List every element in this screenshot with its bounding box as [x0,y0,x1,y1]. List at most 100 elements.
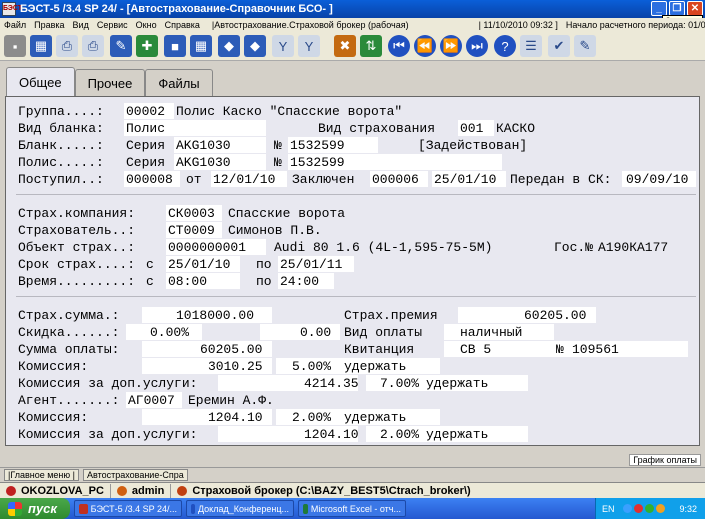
menu-edit[interactable]: Правка [30,20,68,30]
object-label: Объект страх..: [18,240,136,255]
agent-commission-value: 1204.10 [208,410,263,425]
blank-type-label: Вид бланка: [18,121,104,136]
term-label: Срок страх....: [18,257,136,272]
tab-files[interactable]: Файлы [145,69,213,97]
agent-commission-action: удержать [344,410,407,425]
task-excel[interactable]: Microsoft Excel - отч... [298,500,406,517]
filter-options-icon[interactable]: Y [298,35,320,57]
transferred-label: Передан в СК: [510,172,612,187]
help-icon[interactable]: ? [494,35,516,57]
company-label: Страх.компания: [18,206,136,221]
window-tab-reference[interactable]: Автострахование-Спра [82,469,188,481]
company-name: Спасские ворота [228,206,346,221]
policy-series-label: Серия [126,155,166,170]
receipt-number: 109561 [572,342,619,357]
sort-icon[interactable]: ⇅ [360,35,382,57]
add-icon[interactable]: ✚ [136,35,158,57]
update-icon[interactable] [644,504,654,513]
close-button[interactable]: ✕ [687,1,703,16]
find-icon[interactable]: ◆ [218,35,240,57]
divider [16,296,696,297]
group-code: 00002 [126,104,166,119]
best-app-icon [79,503,88,514]
group-label: Группа....: [18,104,104,119]
edit-icon[interactable]: ✎ [110,35,132,57]
policy-number: 1532599 [290,155,345,170]
first-record-icon[interactable]: ⏮ [388,35,410,57]
task-word[interactable]: Доклад_Конференц... [186,500,294,517]
divider [16,194,696,195]
calendar-icon[interactable]: ▦ [30,35,52,57]
menu-file[interactable]: Файл [0,20,30,30]
payment-schedule-button[interactable]: График оплаты [629,454,701,466]
policy-series: AKG1030 [176,155,231,170]
restore-button[interactable]: ❐ [669,1,685,16]
minimize-button[interactable]: _ [651,1,667,16]
concluded-label: Заключен [292,172,355,187]
toolbar: ▪ ▦ ⎙ ⎙ ✎ ✚ ■ ▦ ◆ ◆ Y Y ✖ ⇅ ⏮ ⏪ ⏩ ⏭? ☰ ✔ ✎ [0,31,705,61]
exit-icon[interactable]: ▪ [4,35,26,57]
discount-value: 0.00 [300,325,332,340]
extra-value: 4214.35 [304,376,359,391]
menu-window[interactable]: Окно [132,20,161,30]
tab-other[interactable]: Прочее [74,69,146,97]
form-panel: Группа....: 00002 Полис Каско "Спасские … [5,96,700,446]
agent-label: Агент.......: [18,393,120,408]
last-record-icon[interactable]: ⏭ [466,35,488,57]
status-module: Страховой брокер (C:\BAZY_BEST5\Ctrach_b… [192,484,471,497]
commission-action: удержать [344,359,407,374]
task-best[interactable]: БЭСТ-5 /3.4 SP 24/... [74,500,182,517]
blank-number-sign: № [274,138,282,153]
menu-service[interactable]: Сервис [93,20,132,30]
agent-extra-value: 1204.10 [304,427,359,442]
app-icon: БЭСТ [2,2,22,16]
print-preview-icon[interactable]: ⎙ [82,35,104,57]
concluded-code: 000006 [372,172,419,187]
term-to: 25/01/11 [280,257,343,272]
language-indicator[interactable]: EN [602,504,615,514]
payment-sum-label: Сумма оплаты: [18,342,120,357]
term-to-label: по [256,257,272,272]
filter-icon[interactable]: Y [272,35,294,57]
menu-help[interactable]: Справка [161,20,204,30]
company-code: СК0003 [168,206,215,221]
agent-commission-label: Комиссия: [18,410,89,425]
receipt-series: СВ 5 [460,342,492,357]
insurance-type-label: Вид страхования [318,121,436,136]
start-button[interactable]: пуск [0,498,70,519]
window-title: БЭСТ-5 /3.4 SP 24/ - [Автострахование-Сп… [20,3,333,15]
payment-type: наличный [460,325,523,340]
find-next-icon[interactable]: ◆ [244,35,266,57]
policy-label: Полис.....: [18,155,104,170]
print-icon[interactable]: ⎙ [56,35,78,57]
list-icon[interactable]: ☰ [520,35,542,57]
insurance-type-name: КАСКО [496,121,536,136]
time-from: 08:00 [168,274,208,289]
report-icon[interactable]: ✎ [574,35,596,57]
save-icon[interactable]: ■ [164,35,186,57]
prev-record-icon[interactable]: ⏪ [414,35,436,57]
delete-icon[interactable]: ✖ [334,35,356,57]
extra-label: Комиссия за доп.услуги: [18,376,198,391]
policy-number-sign: № [274,155,282,170]
reg-number: А190КА177 [598,240,669,255]
window-tabs-bar: |Главное меню | Автострахование-Спра [0,467,705,482]
extra-pct: 7.00% [380,376,420,391]
tab-general[interactable]: Общее [6,67,75,97]
group-name: Полис Каско "Спасские ворота" [176,104,403,119]
commission-value: 3010.25 [208,359,263,374]
volume-icon[interactable] [655,504,665,513]
mark-icon[interactable]: ✔ [548,35,570,57]
calculator-icon[interactable]: ▦ [190,35,212,57]
term-from: 25/01/10 [168,257,231,272]
menu-view[interactable]: Вид [69,20,93,30]
window-tab-main-menu[interactable]: |Главное меню | [4,469,79,481]
time-from-prefix: с [146,274,154,289]
next-record-icon[interactable]: ⏩ [440,35,462,57]
period-start: Начало расчетного периода: 01/01/2010 [565,19,705,30]
extra-action: удержать [426,376,489,391]
antivirus-icon[interactable] [633,504,643,513]
system-tray: EN 9:32 [595,498,705,519]
blank-type-value: Полис [126,121,166,136]
network-icon[interactable] [622,504,632,513]
